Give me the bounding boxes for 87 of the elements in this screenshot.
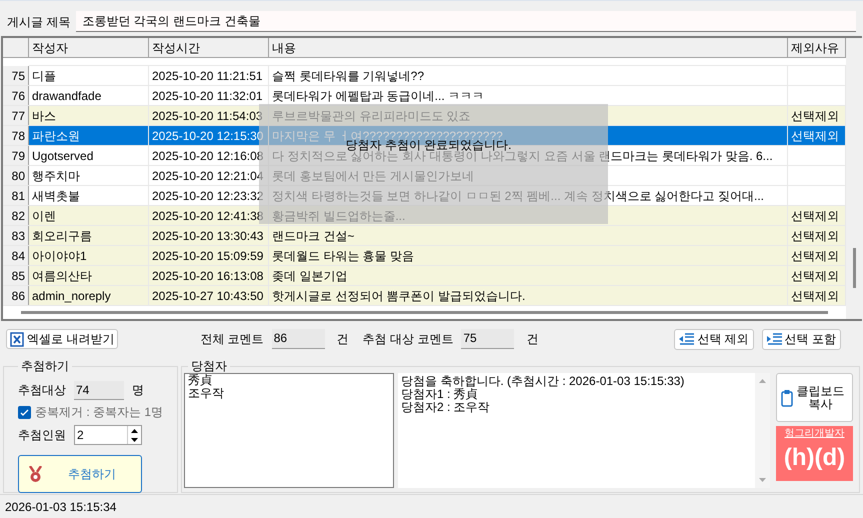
table-cell: 좆데 일본기업	[269, 266, 788, 285]
table-row[interactable]: 76 drawandfade 2025-10-20 11:32:01 롯데타워가 에펠탑과 동급이네... ㅋㅋㅋ	[3, 86, 846, 106]
message-line: 당첨자2 : 조우작	[401, 401, 491, 414]
scroll-up-icon[interactable]	[759, 379, 766, 383]
field-label: 추첨 대상 코멘트	[362, 331, 454, 348]
table-cell: 2025-10-27 10:43:50	[149, 286, 269, 305]
table-cell: 바스	[29, 106, 149, 125]
row-number: 85	[3, 266, 29, 285]
table-row[interactable]: 84 아이야야1 2025-10-20 15:09:59 롯데월드 타워는 흉물 맞음 선택제외	[3, 246, 846, 266]
column-header[interactable]: 작성자	[29, 38, 149, 57]
row-number: 81	[3, 186, 29, 205]
draw-button[interactable]: 추첨하기	[18, 455, 142, 493]
winner-list[interactable]: 秀貞 조우작	[184, 373, 394, 488]
dedupe-checkbox[interactable]: 중복제거 : 중복자는 1명	[18, 401, 163, 423]
status-time: 2026-01-03 15:15:34	[5, 498, 116, 516]
spreadsheet-icon	[10, 332, 24, 346]
row-number: 86	[3, 286, 29, 305]
count-field: 86	[272, 329, 325, 349]
table-row[interactable]: 85 여름의산타 2025-10-20 16:13:08 좆데 일본기업 선택제외	[3, 266, 846, 286]
count-field: 75	[461, 329, 514, 349]
row-number: 77	[3, 106, 29, 125]
indent-icon	[766, 333, 782, 345]
spin-up-icon[interactable]	[131, 428, 138, 432]
unit-label: 명	[132, 382, 144, 399]
horizontal-scrollbar[interactable]	[21, 310, 828, 314]
table-cell: 디플	[29, 66, 149, 85]
clipboard-icon	[781, 388, 793, 406]
row-number: 76	[3, 86, 29, 105]
winner-name: 조우작	[188, 387, 225, 400]
table-cell: drawandfade	[29, 86, 149, 105]
copy-button[interactable]: 클립보드 복사	[776, 373, 853, 422]
field-label: 추첨인원	[18, 427, 66, 444]
table-cell: 랜드마크 건설~	[269, 226, 788, 245]
title-field[interactable]: 조롱받던 각국의 랜드마크 건축물	[76, 11, 856, 32]
table-cell: 2025-10-20 15:09:59	[149, 246, 269, 265]
group-title: 당첨자	[190, 358, 228, 374]
outdent-icon	[679, 333, 694, 345]
count-spinner[interactable]: 2	[74, 425, 142, 445]
badge-label: 헝그리개발자	[784, 427, 844, 441]
table-cell: 여름의산타	[29, 266, 149, 285]
row-number: 83	[3, 226, 29, 245]
field-label: 추첨대상	[18, 382, 66, 399]
column-header[interactable]: 내용	[269, 38, 788, 57]
message-box[interactable]: 당첨을 축하합니다. (추첨시간 : 2026-01-03 15:15:33) 당첨자1 : 秀貞 당첨자2 : 조우작	[398, 373, 770, 488]
spin-down-icon[interactable]	[131, 438, 138, 442]
vertical-scrollbar[interactable]	[852, 248, 856, 288]
count-field: 74	[74, 380, 124, 400]
include-button[interactable]: 선택 포함	[762, 328, 841, 350]
check-icon	[20, 408, 29, 416]
group-title: 추첨하기	[20, 358, 70, 375]
table-cell: Ugotserved	[29, 146, 149, 165]
table-cell: 새벽촛불	[29, 186, 149, 205]
table-row[interactable]: 75 디플 2025-10-20 11:21:51 슬쩍 롯데타워를 기워넣네??	[3, 66, 846, 86]
column-header[interactable]: 작성시간	[149, 38, 269, 57]
table-cell: 행주치마	[29, 166, 149, 185]
row-number: 78	[3, 126, 29, 145]
row-number: 79	[3, 146, 29, 165]
table-row[interactable]: 86 admin_noreply 2025-10-27 10:43:50 핫게시글로 선정되어 뽐쿠폰이 발급되었습니다. 선택제외	[3, 286, 846, 306]
row-number: 84	[3, 246, 29, 265]
table-cell: 2025-10-20 11:21:51	[149, 66, 269, 85]
medal-icon	[29, 466, 42, 482]
message-line: 당첨자1 : 秀貞	[401, 388, 479, 401]
table-cell: 슬쩍 롯데타워를 기워넣네??	[269, 66, 788, 85]
checkbox-box[interactable]	[18, 406, 31, 418]
row-number: 82	[3, 206, 29, 225]
table-cell: 이렌	[29, 206, 149, 225]
field-label: 게시글 제목	[7, 14, 70, 30]
table-cell: 회오리구름	[29, 226, 149, 245]
message-line: 당첨을 축하합니다. (추첨시간 : 2026-01-03 15:15:33)	[401, 375, 686, 388]
unit-label: 건	[336, 331, 349, 348]
export-button[interactable]: 엑셀로 내려받기	[6, 329, 118, 349]
row-number: 80	[3, 166, 29, 185]
row-number: 75	[3, 66, 29, 85]
winner-name: 秀貞	[188, 374, 213, 387]
table-cell: 핫게시글로 선정되어 뽐쿠폰이 발급되었습니다.	[269, 286, 788, 305]
table-cell: admin_noreply	[29, 286, 149, 305]
unit-label: 건	[526, 331, 538, 348]
table-cell: 2025-10-20 13:30:43	[149, 226, 269, 245]
exclude-button[interactable]: 선택 제외	[674, 328, 754, 350]
table-cell: 아이야야1	[29, 246, 149, 265]
table-row[interactable]: 83 회오리구름 2025-10-20 13:30:43 랜드마크 건설~ 선택제외	[3, 226, 846, 246]
badge-logo: (h)(d)	[784, 443, 846, 473]
table-cell: 롯데월드 타워는 흉물 맞음	[269, 246, 788, 265]
table-cell: 2025-10-20 16:13:08	[149, 266, 269, 285]
scroll-down-icon[interactable]	[759, 478, 766, 482]
field-label: 전체 코멘트	[200, 331, 264, 348]
table-cell: 파란소원	[29, 126, 149, 145]
